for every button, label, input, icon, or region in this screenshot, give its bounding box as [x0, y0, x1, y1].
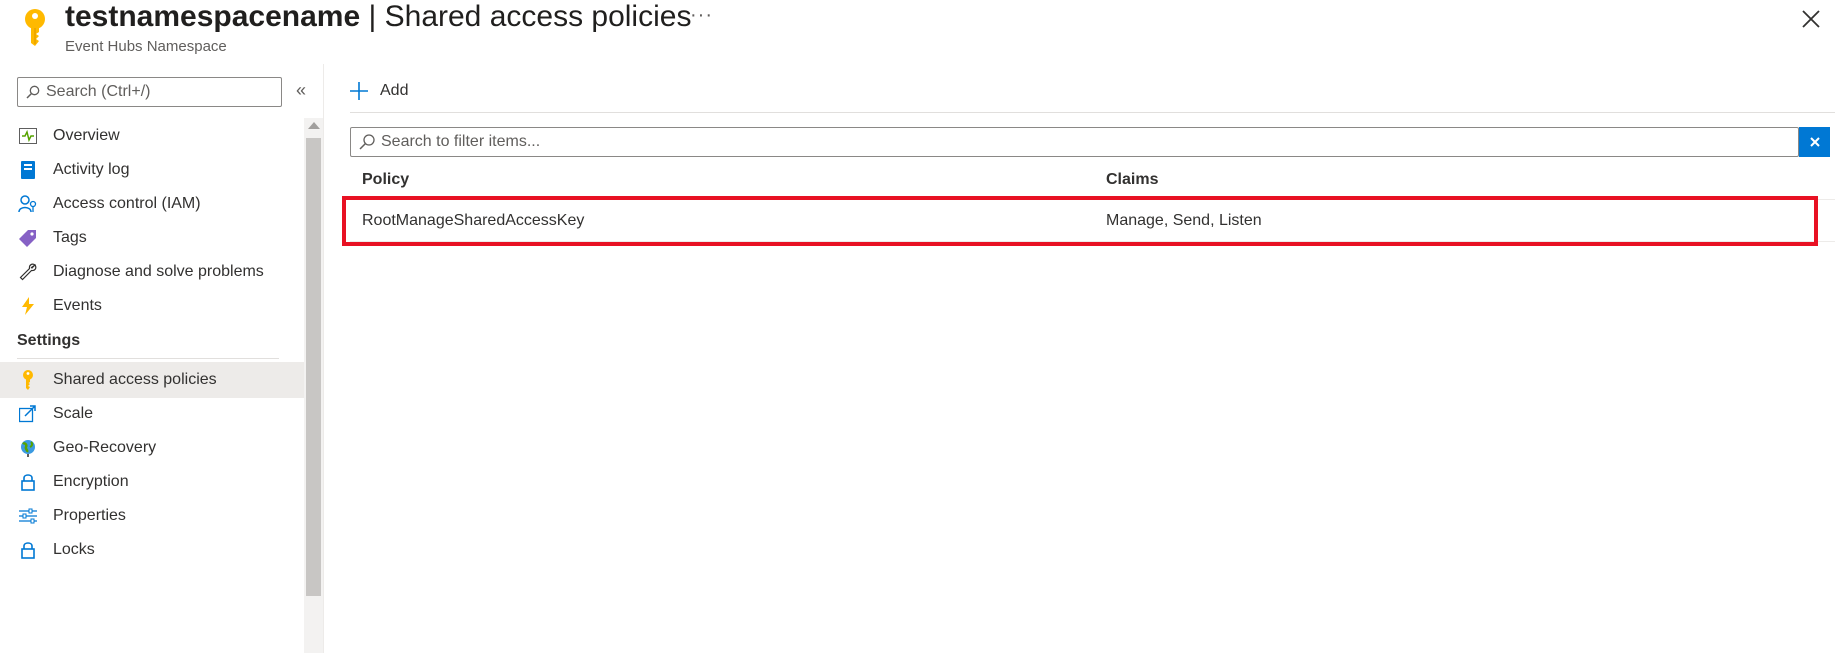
menu-item-label: Geo-Recovery [53, 439, 157, 456]
lock-icon [17, 539, 39, 561]
command-bar-divider [350, 112, 1835, 113]
wrench-icon [17, 261, 39, 283]
scale-edit-icon [17, 403, 39, 425]
menu-divider [17, 358, 279, 359]
key-icon [17, 369, 39, 391]
resource-menu: Search (Ctrl+/) « Overview Activity log … [0, 64, 323, 653]
search-icon [26, 85, 40, 99]
menu-item-label: Access control (IAM) [53, 195, 201, 212]
menu-item-label: Scale [53, 405, 94, 422]
lightning-icon [17, 295, 39, 317]
resource-name: testnamespacename [65, 0, 361, 33]
collapse-menu-button[interactable]: « [296, 80, 306, 101]
menu-item-encryption[interactable]: Encryption [0, 464, 304, 500]
menu-item-geo-recovery[interactable]: Geo-Recovery [0, 430, 304, 466]
title-block: testnamespacename | Shared access polici… [65, 0, 691, 56]
table-row[interactable]: RootManageSharedAccessKey Manage, Send, … [350, 199, 1835, 242]
menu-section-settings: Settings [17, 332, 81, 349]
close-icon[interactable] [1800, 8, 1822, 30]
filter-input[interactable]: Search to filter items... [350, 127, 1799, 157]
more-options-button[interactable]: ··· [690, 4, 713, 27]
filter-placeholder: Search to filter items... [381, 133, 541, 150]
plus-icon [350, 82, 368, 100]
menu-item-label: Diagnose and solve problems [53, 263, 264, 280]
activity-log-icon [17, 159, 39, 181]
menu-item-activity-log[interactable]: Activity log [0, 152, 304, 188]
close-icon [1809, 137, 1820, 147]
scroll-up-arrow-icon[interactable] [308, 122, 320, 129]
menu-item-access-control[interactable]: Access control (IAM) [0, 186, 304, 222]
iam-icon [17, 193, 39, 215]
resource-type: Event Hubs Namespace [65, 38, 227, 55]
menu-item-label: Events [53, 297, 102, 314]
overview-icon [17, 125, 39, 147]
menu-item-locks[interactable]: Locks [0, 532, 304, 568]
page-name: Shared access policies [384, 0, 692, 33]
menu-item-scale[interactable]: Scale [0, 396, 304, 432]
menu-item-diagnose[interactable]: Diagnose and solve problems [0, 254, 304, 290]
column-header-policy[interactable]: Policy [362, 171, 409, 189]
pane-divider [323, 64, 324, 653]
title-separator: | [360, 0, 385, 33]
command-bar: Add [350, 76, 408, 106]
menu-item-label: Encryption [53, 473, 129, 490]
menu-item-label: Tags [53, 229, 87, 246]
scrollbar-thumb[interactable] [306, 138, 321, 596]
add-button[interactable]: Add [350, 82, 408, 100]
column-header-claims[interactable]: Claims [1106, 171, 1158, 189]
tag-icon [17, 227, 39, 249]
page-title: testnamespacename | Shared access polici… [65, 0, 691, 34]
menu-item-label: Shared access policies [53, 371, 217, 388]
menu-item-tags[interactable]: Tags [0, 220, 304, 256]
policy-name-cell: RootManageSharedAccessKey [362, 212, 585, 229]
sliders-icon [17, 505, 39, 527]
add-button-label: Add [380, 82, 409, 99]
menu-item-overview[interactable]: Overview [0, 118, 304, 154]
menu-item-label: Locks [53, 541, 95, 558]
menu-item-label: Activity log [53, 161, 130, 178]
lock-icon [17, 471, 39, 493]
key-icon [25, 9, 45, 46]
blade-header: testnamespacename | Shared access polici… [0, 0, 1835, 64]
menu-scrollbar[interactable] [304, 118, 323, 653]
menu-item-label: Overview [53, 127, 120, 144]
search-icon [359, 134, 375, 150]
claims-cell: Manage, Send, Listen [1106, 212, 1262, 229]
menu-item-properties[interactable]: Properties [0, 498, 304, 534]
menu-item-label: Properties [53, 507, 126, 524]
clear-filter-button[interactable] [1799, 127, 1830, 157]
menu-item-events[interactable]: Events [0, 288, 304, 324]
menu-search-input[interactable]: Search (Ctrl+/) [17, 77, 282, 107]
menu-item-shared-access-policies[interactable]: Shared access policies [0, 362, 304, 398]
menu-search-placeholder: Search (Ctrl+/) [46, 83, 151, 100]
globe-icon [17, 437, 39, 459]
